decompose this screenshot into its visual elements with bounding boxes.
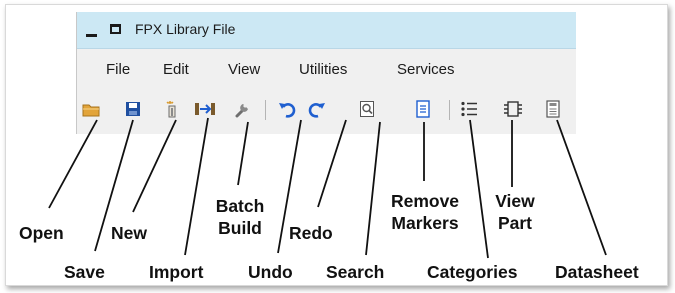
menu-edit[interactable]: Edit — [163, 61, 189, 78]
callout-view-part-line1: View — [495, 191, 535, 211]
toolbar-separator — [265, 100, 266, 120]
toolbar-separator — [449, 100, 450, 120]
toolbar — [77, 90, 576, 134]
import-icon[interactable] — [193, 98, 217, 120]
menu-utilities[interactable]: Utilities — [299, 61, 347, 78]
menu-file[interactable]: File — [106, 61, 130, 78]
callout-categories: Categories — [427, 262, 518, 282]
open-folder-icon[interactable] — [81, 98, 101, 120]
maximize-icon[interactable] — [110, 24, 121, 34]
callout-search: Search — [326, 262, 385, 282]
title-bar: FPX Library File — [77, 12, 576, 49]
menu-bar: File Edit View Utilities Services — [77, 49, 576, 89]
callout-save: Save — [64, 262, 105, 282]
minimize-icon[interactable] — [86, 34, 97, 37]
window-title: FPX Library File — [135, 21, 236, 37]
categories-icon[interactable] — [459, 98, 479, 120]
view-part-icon[interactable] — [503, 98, 523, 120]
menu-services[interactable]: Services — [397, 61, 455, 78]
menu-view[interactable]: View — [228, 61, 260, 78]
app-window: FPX Library File File Edit View Utilitie… — [76, 12, 576, 134]
datasheet-icon[interactable] — [543, 98, 563, 120]
remove-markers-icon[interactable] — [413, 98, 433, 120]
undo-icon[interactable] — [277, 98, 297, 120]
new-icon[interactable] — [162, 98, 182, 120]
callout-batch-build: Batch Build — [209, 195, 271, 239]
callout-redo: Redo — [289, 223, 333, 243]
save-icon[interactable] — [123, 98, 143, 120]
callout-datasheet: Datasheet — [555, 262, 639, 282]
callout-new: New — [111, 223, 147, 243]
batch-build-icon[interactable] — [233, 98, 253, 120]
search-icon[interactable] — [357, 98, 377, 120]
redo-icon[interactable] — [307, 98, 327, 120]
callout-view-part-line2: Part — [497, 213, 533, 233]
callout-open: Open — [19, 223, 64, 243]
callout-batch-build-line2: Build — [218, 218, 262, 238]
callout-view-part: View Part — [487, 190, 543, 234]
callout-undo: Undo — [248, 262, 293, 282]
callout-batch-build-line1: Batch — [215, 196, 265, 216]
callout-import: Import — [149, 262, 204, 282]
callout-remove-markers-line2: Markers — [391, 213, 459, 233]
callout-remove-markers-line1: Remove — [390, 191, 460, 211]
callout-remove-markers: Remove Markers — [380, 190, 470, 234]
